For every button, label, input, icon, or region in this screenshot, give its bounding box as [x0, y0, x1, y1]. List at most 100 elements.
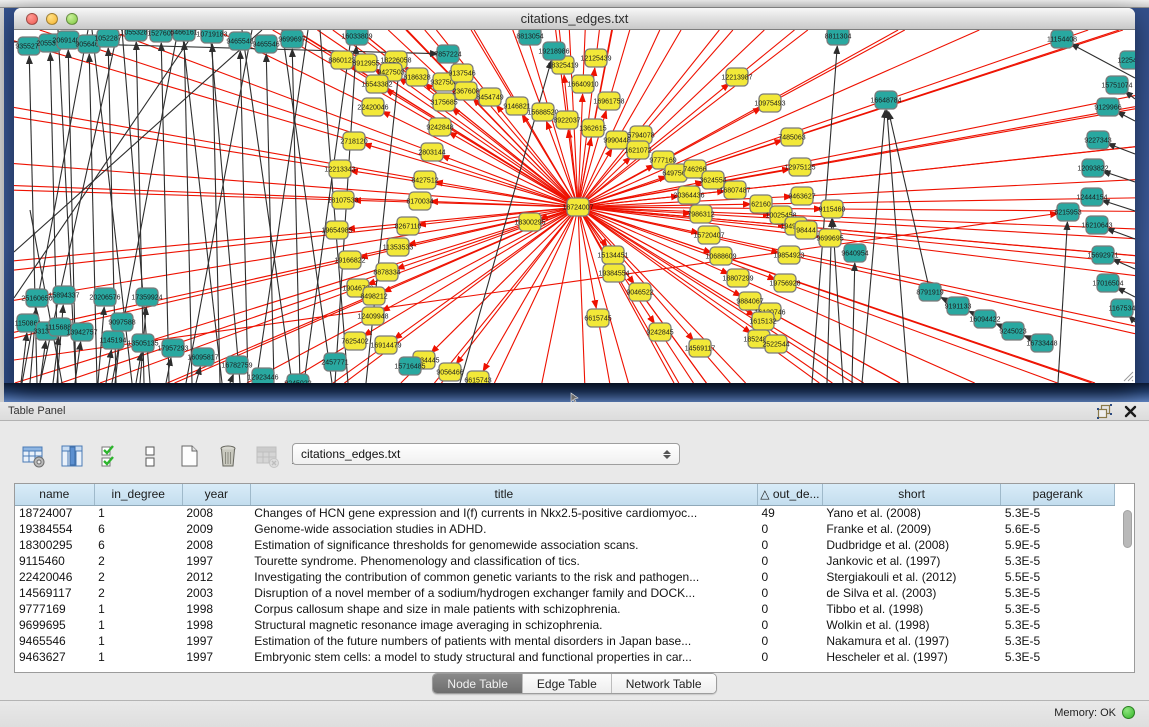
network-node[interactable]: 1145194 [100, 331, 127, 349]
cell-out_degree[interactable]: 0 [757, 601, 822, 617]
network-node[interactable]: 98444 [795, 221, 817, 239]
network-node[interactable]: 9129966 [1094, 98, 1121, 116]
float-window-icon[interactable] [1097, 404, 1112, 419]
cell-out_degree[interactable]: 0 [757, 521, 822, 537]
network-node[interactable]: 1615132 [749, 312, 776, 330]
delete-column-icon[interactable] [215, 443, 241, 469]
network-node[interactable]: 16807487 [719, 181, 750, 199]
cell-out_degree[interactable]: 0 [757, 649, 822, 665]
network-node[interactable]: 15751074 [1101, 76, 1132, 94]
cell-out_degree[interactable]: 0 [757, 617, 822, 633]
cell-short[interactable]: Stergiakouli et al. (2012) [822, 569, 1001, 585]
network-node[interactable]: 9699697 [278, 30, 305, 48]
cell-short[interactable]: Hescheler et al. (1997) [822, 649, 1001, 665]
network-node[interactable]: 8922037 [553, 111, 580, 129]
tab-node-table[interactable]: Node Table [433, 674, 523, 693]
cell-title[interactable]: Disruption of a novel member of a sodium… [250, 585, 757, 601]
cell-pagerank[interactable]: 5.3E-5 [1001, 553, 1115, 569]
cell-short[interactable]: Jankovic et al. (1997) [822, 553, 1001, 569]
cell-short[interactable]: Wolkin et al. (1998) [822, 617, 1001, 633]
cell-in_degree[interactable]: 2 [94, 569, 182, 585]
network-node[interactable]: 19756928 [769, 274, 800, 292]
network-canvas[interactable]: 1872400788601238912955182260589427503165… [14, 30, 1135, 383]
network-node[interactable]: 17359924 [131, 288, 162, 306]
tab-network-table[interactable]: Network Table [612, 674, 716, 693]
cell-short[interactable]: Nakamura et al. (1997) [822, 633, 1001, 649]
network-node[interactable]: 9191133 [945, 297, 972, 315]
network-node[interactable]: 16033809 [341, 30, 372, 45]
cell-in_degree[interactable]: 1 [94, 633, 182, 649]
network-node[interactable]: 6466161 [170, 30, 197, 41]
table-row[interactable]: 946362711997Embryonic stem cells: a mode… [15, 649, 1115, 665]
cell-name[interactable]: 9699695 [15, 617, 94, 633]
network-node[interactable]: 9227343 [1084, 131, 1111, 149]
cell-short[interactable]: Tibbo et al. (1998) [822, 601, 1001, 617]
network-node[interactable]: 12213987 [721, 68, 752, 86]
column-visibility-icon[interactable] [59, 443, 85, 469]
network-node[interactable]: 7986312 [687, 205, 714, 223]
network-node[interactable]: 16648784 [870, 91, 901, 109]
network-node[interactable]: 8791919 [916, 283, 943, 301]
network-node[interactable]: 12923446 [247, 368, 278, 383]
memory-indicator-icon[interactable] [1122, 706, 1135, 719]
network-node[interactable]: 17016504 [1092, 274, 1123, 292]
network-node[interactable]: 17957293 [157, 339, 188, 357]
cell-in_degree[interactable]: 1 [94, 649, 182, 665]
cell-name[interactable]: 9115460 [15, 553, 94, 569]
cell-out_degree[interactable]: 0 [757, 633, 822, 649]
network-node[interactable]: 18724007 [562, 198, 593, 216]
attribute-table[interactable]: namein_degreeyeartitle△ out_de...shortpa… [14, 483, 1135, 673]
column-header-name[interactable]: name [15, 484, 94, 505]
network-node[interactable]: 8267110 [395, 217, 422, 235]
delete-table-icon[interactable] [254, 443, 280, 469]
cell-short[interactable]: de Silva et al. (2003) [822, 585, 1001, 601]
cell-name[interactable]: 19384554 [15, 521, 94, 537]
network-node[interactable]: 8498212 [360, 287, 387, 305]
network-node[interactable]: 2803144 [418, 143, 445, 161]
network-node[interactable]: 1362615 [579, 119, 606, 137]
cell-pagerank[interactable]: 5.6E-5 [1001, 521, 1115, 537]
network-node[interactable]: 12409948 [357, 307, 388, 325]
cell-pagerank[interactable]: 5.3E-5 [1001, 585, 1115, 601]
cell-in_degree[interactable]: 2 [94, 585, 182, 601]
cell-year[interactable]: 2012 [182, 569, 250, 585]
table-row[interactable]: 911546021997Tourette syndrome. Phenomeno… [15, 553, 1115, 569]
cell-out_degree[interactable]: 0 [757, 585, 822, 601]
network-node[interactable]: 14569117 [685, 339, 716, 357]
network-node[interactable]: 20206576 [89, 288, 120, 306]
column-header-in_degree[interactable]: in_degree [94, 484, 182, 505]
column-header-year[interactable]: year [182, 484, 250, 505]
column-header-title[interactable]: title [250, 484, 757, 505]
network-node[interactable]: 19654985 [321, 221, 352, 239]
cell-name[interactable]: 9463627 [15, 649, 94, 665]
cell-in_degree[interactable]: 6 [94, 521, 182, 537]
network-node[interactable]: 18807299 [722, 269, 753, 287]
cell-pagerank[interactable]: 5.3E-5 [1001, 505, 1115, 521]
network-node[interactable]: 15894337 [48, 286, 79, 304]
cell-year[interactable]: 1997 [182, 553, 250, 569]
network-node[interactable]: 9463627 [788, 187, 815, 205]
table-row[interactable]: 946554611997Estimation of the future num… [15, 633, 1115, 649]
cell-pagerank[interactable]: 5.9E-5 [1001, 537, 1115, 553]
network-node[interactable]: 16961758 [593, 92, 624, 110]
network-node[interactable]: 16914479 [370, 336, 401, 354]
cell-year[interactable]: 2009 [182, 521, 250, 537]
cell-title[interactable]: Investigating the contribution of common… [250, 569, 757, 585]
network-node[interactable]: 19854923 [773, 246, 804, 264]
network-node[interactable]: 13942757 [66, 323, 97, 341]
cell-pagerank[interactable]: 5.3E-5 [1001, 601, 1115, 617]
cell-year[interactable]: 2008 [182, 537, 250, 553]
network-node[interactable]: 22420046 [357, 98, 388, 116]
cell-short[interactable]: Yano et al. (2008) [822, 505, 1001, 521]
network-node[interactable]: 9699695 [816, 229, 843, 247]
resize-grip-icon[interactable] [1120, 368, 1134, 382]
network-node[interactable]: 9640954 [841, 244, 868, 262]
network-node[interactable]: 9465548 [226, 32, 253, 50]
network-node[interactable]: 16782759 [221, 356, 252, 374]
table-row[interactable]: 1872400712008Changes of HCN gene express… [15, 505, 1115, 521]
unselect-all-columns-icon[interactable] [137, 443, 163, 469]
cell-pagerank[interactable]: 5.3E-5 [1001, 633, 1115, 649]
network-node[interactable]: 9137546 [448, 64, 475, 82]
column-header-pagerank[interactable]: pagerank [1001, 484, 1115, 505]
cell-title[interactable]: Genome-wide association studies in ADHD. [250, 521, 757, 537]
